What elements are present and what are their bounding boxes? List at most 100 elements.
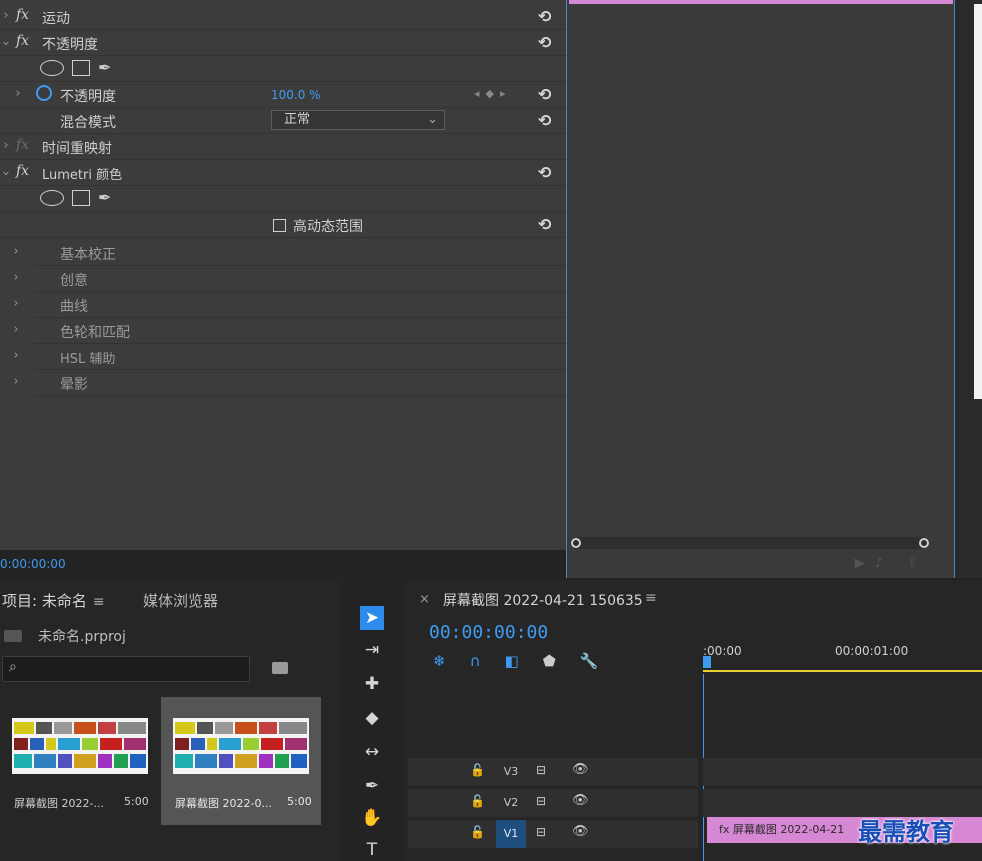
twirl-right-icon[interactable]: › (10, 270, 22, 285)
track-name-selected[interactable]: V1 (496, 820, 526, 848)
twirl-right-icon[interactable]: › (0, 138, 12, 153)
tab-media-browser[interactable]: 媒体浏览器 (143, 590, 218, 611)
linked-selection-icon[interactable]: ◧ (505, 652, 519, 670)
track-name[interactable]: V2 (496, 794, 526, 812)
tab-project-label: 项目: 未命名 (2, 592, 87, 610)
section-label: HSL 辅助 (60, 352, 116, 367)
effect-controls-timeline[interactable]: ▶♪ ⇪ (566, 0, 954, 578)
effect-row-time-remap[interactable]: › fx 时间重映射 (0, 134, 566, 160)
twirl-right-icon[interactable]: › (10, 244, 22, 259)
scroll-handle-left[interactable] (571, 538, 581, 548)
pen-mask-icon[interactable]: ✒ (98, 58, 111, 77)
add-marker-icon[interactable]: ⬟ (543, 652, 556, 670)
twirl-down-icon[interactable]: ⌄ (0, 164, 12, 179)
hdr-label: 高动态范围 (293, 219, 363, 235)
track-area-v3[interactable] (703, 758, 982, 786)
lock-icon[interactable]: 🔓 (470, 825, 485, 839)
track-name[interactable]: V3 (496, 763, 526, 781)
project-item-caption: 屏幕截图 2022-... 5:00 (14, 795, 149, 811)
keyframe-nav-icon[interactable]: ◂◆▸ (474, 87, 512, 100)
find-bin-icon[interactable] (272, 662, 288, 674)
pen-tool-icon[interactable]: ✒ (360, 774, 384, 798)
rectangle-mask-icon[interactable] (72, 189, 90, 206)
reset-icon[interactable]: ⟲ (538, 33, 551, 52)
lock-icon[interactable]: 🔓 (470, 763, 485, 777)
panel-menu-icon[interactable]: ≡ (645, 590, 657, 606)
twirl-right-icon[interactable]: › (0, 8, 12, 23)
playhead[interactable] (703, 656, 711, 668)
ripple-edit-tool-icon[interactable]: ✚ (360, 672, 384, 696)
ellipse-mask-icon[interactable] (40, 189, 64, 206)
reset-icon[interactable]: ⟲ (538, 215, 551, 234)
program-monitor-strip (974, 4, 982, 399)
opacity-value[interactable]: 100.0 % (271, 88, 321, 102)
razor-tool-icon[interactable]: ◆ (360, 706, 384, 730)
hdr-checkbox[interactable] (273, 219, 286, 232)
effect-row-opacity[interactable]: ⌄ fx 不透明度 ⟲ (0, 30, 566, 56)
mask-tools-row: ✒ (0, 56, 566, 82)
wrench-icon[interactable]: 🔧 (580, 652, 599, 670)
property-row-opacity[interactable]: › 不透明度 100.0 % ◂◆▸ ⟲ (0, 82, 566, 108)
fx-icon[interactable]: fx (16, 33, 29, 49)
track-header-v1[interactable]: 🔓 V1 ⊟ 👁 (408, 820, 698, 848)
work-area-bar[interactable] (703, 670, 982, 672)
ruler-label: 00:00:01:00 (835, 644, 909, 658)
selection-tool-icon[interactable]: ➤ (360, 606, 384, 630)
track-select-tool-icon[interactable]: ⇥ (360, 638, 384, 662)
nest-icon[interactable]: ❄ (433, 652, 446, 670)
blend-mode-dropdown[interactable]: 正常 ⌄ (271, 110, 445, 130)
sync-lock-icon[interactable]: ⊟ (536, 825, 546, 839)
rectangle-mask-icon[interactable] (72, 59, 90, 76)
effect-row-lumetri[interactable]: ⌄ fx Lumetri 颜色 ⟲ (0, 160, 566, 186)
section-hsl[interactable]: › HSL 辅助 (13, 344, 566, 370)
twirl-right-icon[interactable]: › (10, 322, 22, 337)
eye-icon[interactable]: 👁 (572, 793, 589, 808)
effect-row-motion[interactable]: › fx 运动 ⟲ (0, 4, 566, 30)
pen-mask-icon[interactable]: ✒ (98, 188, 111, 207)
sequence-tab[interactable]: 屏幕截图 2022-04-21 150635 (443, 590, 643, 610)
twirl-down-icon[interactable]: ⌄ (0, 34, 12, 49)
hand-tool-icon[interactable]: ✋ (360, 806, 384, 830)
eye-icon[interactable]: 👁 (572, 762, 589, 777)
eye-icon[interactable]: 👁 (572, 824, 589, 839)
effect-label-motion: 运动 (42, 11, 70, 27)
chevron-down-icon: ⌄ (427, 112, 438, 127)
reset-icon[interactable]: ⟲ (538, 111, 551, 130)
fx-icon[interactable]: fx (16, 7, 29, 23)
zoom-scrollbar[interactable] (571, 537, 929, 549)
snap-icon[interactable]: ∩ (470, 652, 481, 670)
section-vignette[interactable]: › 晕影 (13, 370, 566, 396)
scroll-handle-right[interactable] (919, 538, 929, 548)
reset-icon[interactable]: ⟲ (538, 163, 551, 182)
reset-icon[interactable]: ⟲ (538, 7, 551, 26)
panel-menu-icon[interactable]: ≡ (93, 594, 105, 610)
close-icon[interactable]: × (419, 592, 430, 607)
effect-controls-timecode[interactable]: 0:00:00:00 (0, 557, 66, 571)
twirl-right-icon[interactable]: › (10, 348, 22, 363)
section-basic-correction[interactable]: › 基本校正 (13, 240, 566, 266)
section-creative[interactable]: › 创意 (13, 266, 566, 292)
tab-project[interactable]: 项目: 未命名 ≡ (2, 590, 105, 611)
stopwatch-icon[interactable] (36, 85, 52, 101)
sequence-timecode[interactable]: 00:00:00:00 (429, 622, 548, 643)
section-color-wheels[interactable]: › 色轮和匹配 (13, 318, 566, 344)
track-header-v3[interactable]: 🔓 V3 ⊟ 👁 (408, 758, 698, 786)
twirl-right-icon[interactable]: › (10, 374, 22, 389)
twirl-right-icon[interactable]: › (12, 86, 24, 101)
sync-lock-icon[interactable]: ⊟ (536, 794, 546, 808)
type-tool-icon[interactable]: T (360, 838, 384, 861)
project-search-input[interactable]: ⌕ (2, 656, 250, 682)
lock-icon[interactable]: 🔓 (470, 794, 485, 808)
project-item[interactable]: 屏幕截图 2022-... 5:00 (0, 697, 160, 825)
project-item-selected[interactable]: 屏幕截图 2022-0... 5:00 (161, 697, 321, 825)
reset-icon[interactable]: ⟲ (538, 85, 551, 104)
track-header-v2[interactable]: 🔓 V2 ⊟ 👁 (408, 789, 698, 817)
sync-lock-icon[interactable]: ⊟ (536, 763, 546, 777)
section-curves[interactable]: › 曲线 (13, 292, 566, 318)
slip-tool-icon[interactable]: ↔ (360, 740, 384, 764)
effect-label-opacity: 不透明度 (42, 37, 98, 53)
export-icons[interactable]: ▶♪ ⇪ (855, 556, 928, 571)
twirl-right-icon[interactable]: › (10, 296, 22, 311)
ellipse-mask-icon[interactable] (40, 59, 64, 76)
fx-icon[interactable]: fx (16, 163, 29, 179)
